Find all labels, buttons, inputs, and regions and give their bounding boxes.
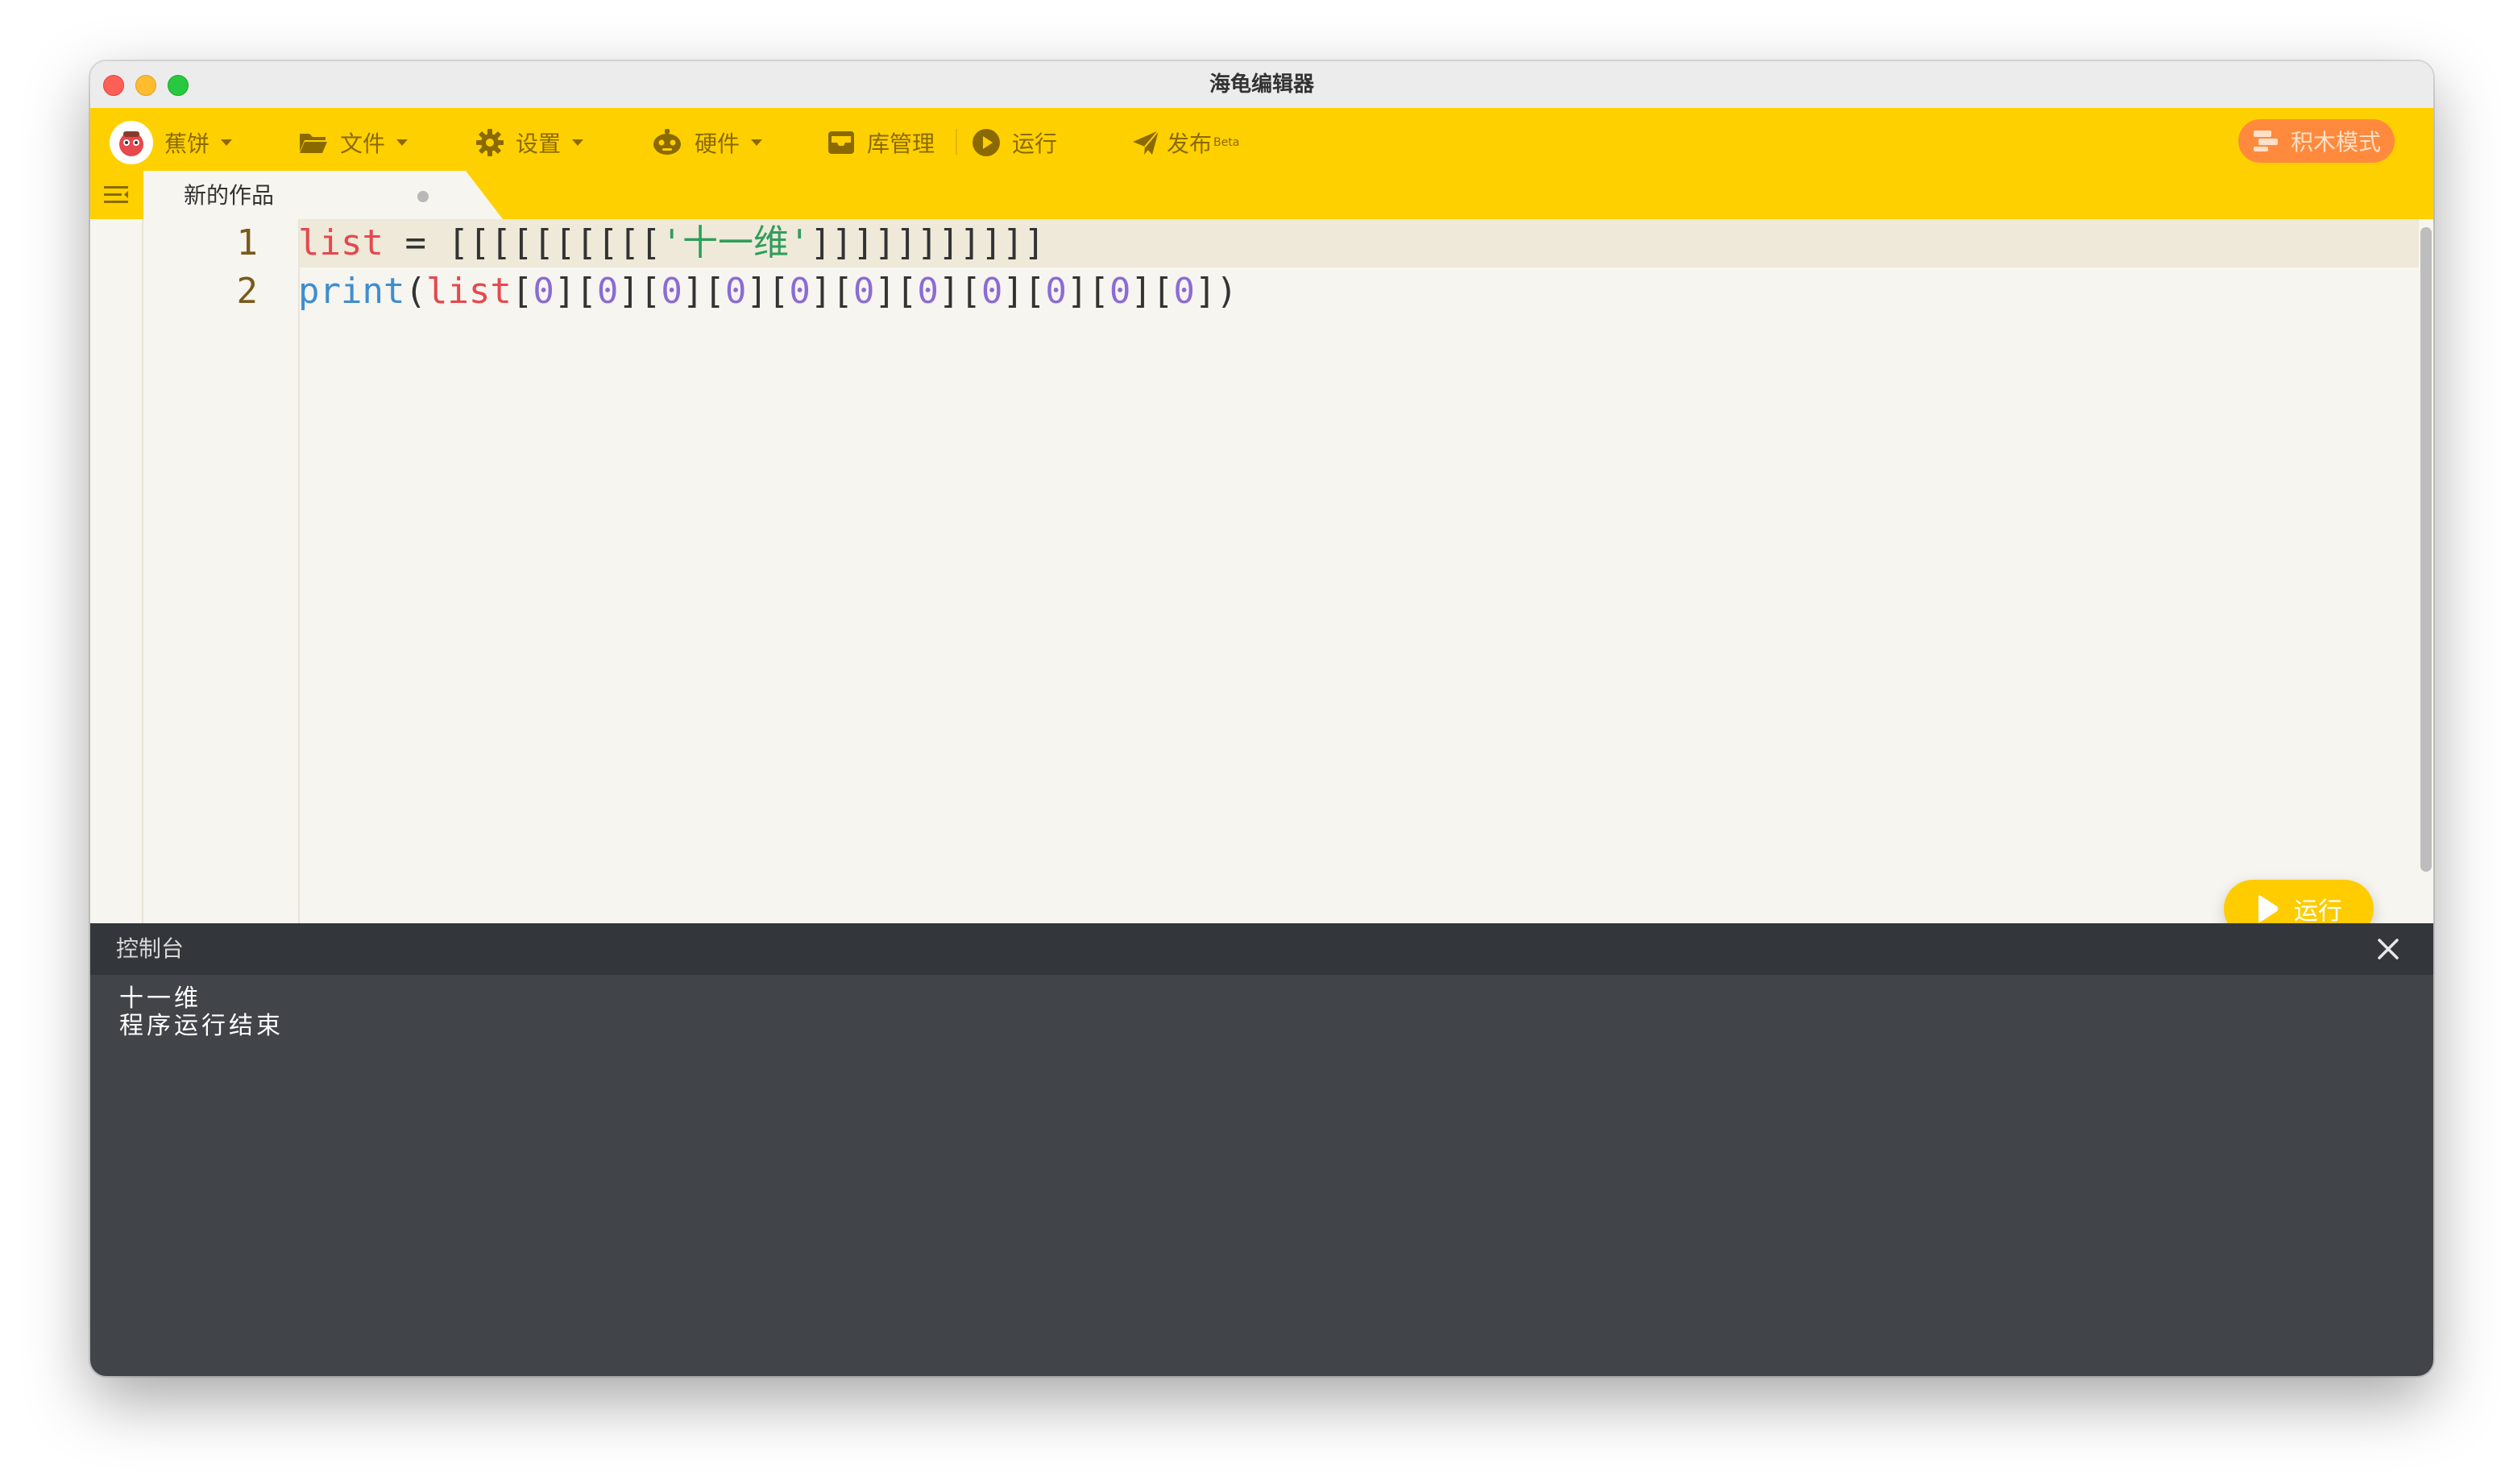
- tab-new-work[interactable]: 新的作品: [143, 171, 503, 219]
- toolbar-run-label: 运行: [1012, 131, 1058, 157]
- code-text[interactable]: list = [[[[[[[[[['十一维']]]]]]]]]]] print(l…: [298, 219, 2417, 316]
- console-title: 控制台: [116, 935, 185, 962]
- code-line[interactable]: list = [[[[[[[[[['十一维']]]]]]]]]]]: [298, 219, 2417, 267]
- hardware-menu[interactable]: 硬件: [651, 119, 763, 166]
- publish-label: 发布: [1167, 131, 1213, 157]
- editor-scrollbar[interactable]: [2417, 219, 2433, 975]
- toolbar-divider: [956, 129, 957, 155]
- run-button-label: 运行: [2294, 897, 2342, 926]
- library-manager-label: 库管理: [867, 131, 935, 157]
- chevron-down-icon: [221, 139, 233, 146]
- blocks-icon: [2253, 131, 2278, 151]
- publish-button[interactable]: 发布 Beta: [1131, 119, 1239, 166]
- tab-label: 新的作品: [184, 182, 275, 209]
- play-circle-icon: [973, 129, 1000, 156]
- user-name: 蕉饼: [164, 131, 210, 157]
- library-manager-button[interactable]: 库管理: [827, 119, 935, 166]
- settings-menu-label: 设置: [516, 131, 562, 157]
- app-window: 海龟编辑器 蕉饼 文件 设置 硬件 库管理 运行 发布 Beta 积木模式 新的…: [90, 61, 2433, 1376]
- menu-collapse-icon: [104, 186, 128, 203]
- paper-plane-icon: [1133, 130, 1159, 155]
- chevron-down-icon: [751, 139, 763, 146]
- window-title: 海龟编辑器: [1209, 73, 1314, 97]
- code-line[interactable]: print(list[0][0][0][0][0][0][0][0][0][0]…: [298, 267, 2417, 316]
- console-output: 十一维 程序运行结束: [90, 975, 2433, 1376]
- line-number: 1: [236, 222, 259, 263]
- chevron-down-icon: [572, 139, 584, 146]
- avatar: [110, 121, 153, 164]
- beta-badge: Beta: [1213, 136, 1240, 149]
- title-bar: 海龟编辑器: [90, 61, 2433, 109]
- tab-bar: 新的作品: [90, 171, 2433, 219]
- inbox-icon: [828, 131, 854, 154]
- block-mode-label: 积木模式: [2290, 129, 2381, 155]
- editor-left-bar: [90, 219, 143, 975]
- avatar-icon: [119, 131, 143, 156]
- scrollbar-thumb[interactable]: [2420, 227, 2432, 872]
- toolbar-run-button[interactable]: 运行: [972, 119, 1057, 166]
- close-icon[interactable]: [2375, 936, 2401, 962]
- block-mode-button[interactable]: 积木模式: [2238, 119, 2395, 163]
- sidebar-toggle-button[interactable]: [90, 171, 142, 219]
- gear-icon: [476, 129, 504, 156]
- line-number: 2: [236, 271, 259, 312]
- line-number-gutter: 1 2: [143, 219, 300, 975]
- code-editor[interactable]: 1 2 list = [[[[[[[[[['十一维']]]]]]]]]]] pri…: [90, 219, 2433, 975]
- console-output-line: 程序运行结束: [119, 1012, 284, 1040]
- user-menu[interactable]: 蕉饼: [110, 119, 233, 166]
- unsaved-indicator[interactable]: [417, 191, 429, 202]
- settings-menu[interactable]: 设置: [475, 119, 584, 166]
- play-icon: [2258, 895, 2279, 922]
- file-menu-label: 文件: [340, 131, 386, 157]
- folder-icon: [300, 134, 327, 153]
- robot-icon: [653, 129, 681, 155]
- chevron-down-icon: [396, 139, 409, 146]
- console-header: 控制台: [90, 923, 2433, 975]
- hardware-menu-label: 硬件: [695, 131, 740, 157]
- file-menu[interactable]: 文件: [298, 119, 409, 166]
